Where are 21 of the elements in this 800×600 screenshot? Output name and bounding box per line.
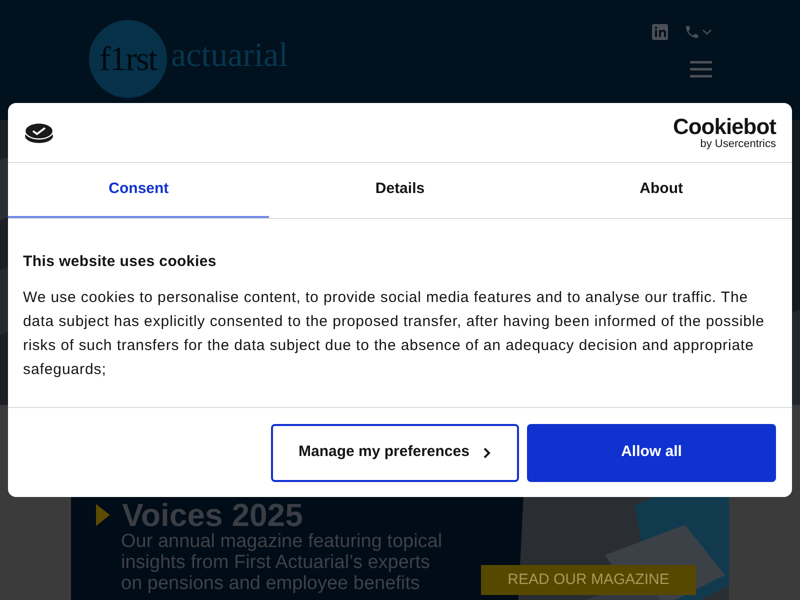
logo-text: f1rst (99, 40, 157, 80)
chevron-down-icon (702, 27, 712, 37)
tab[interactable]: Details (269, 163, 531, 218)
linkedin-icon[interactable] (652, 24, 668, 40)
feature-title: Voices 2025 (122, 499, 303, 531)
chevron-right-icon (483, 446, 492, 458)
manage-preferences-button[interactable]: Manage my preferences (271, 424, 519, 482)
dialog-text: We use cookies to personalise content, to provide social media features and to analyse our traffic. The data subject has explicitly consented to the proposed transfer, after having been informed of the possible risks of such transfers for the data subject due to the absence of an adequacy decision and appropriate safeguards; (23, 288, 766, 380)
tab[interactable]: About (530, 163, 792, 218)
feature-text: insights from First Actuarial’s experts (121, 552, 432, 573)
cookie-check-icon (24, 122, 54, 144)
allow-all-button[interactable]: Allow all (527, 424, 776, 482)
feature-text: Our annual magazine featuring topical (121, 531, 444, 552)
phone-icon (684, 24, 700, 40)
menu-icon[interactable] (690, 60, 712, 78)
phone-dropdown[interactable] (684, 24, 712, 40)
feature-text: on pensions and employee benefits (121, 573, 421, 594)
triangle-icon (96, 504, 110, 526)
dialog-heading: This website uses cookies (23, 252, 218, 272)
tab[interactable]: Consent (8, 163, 270, 218)
cookiebot-logo: Cookiebot by Usercentrics (672, 116, 776, 150)
